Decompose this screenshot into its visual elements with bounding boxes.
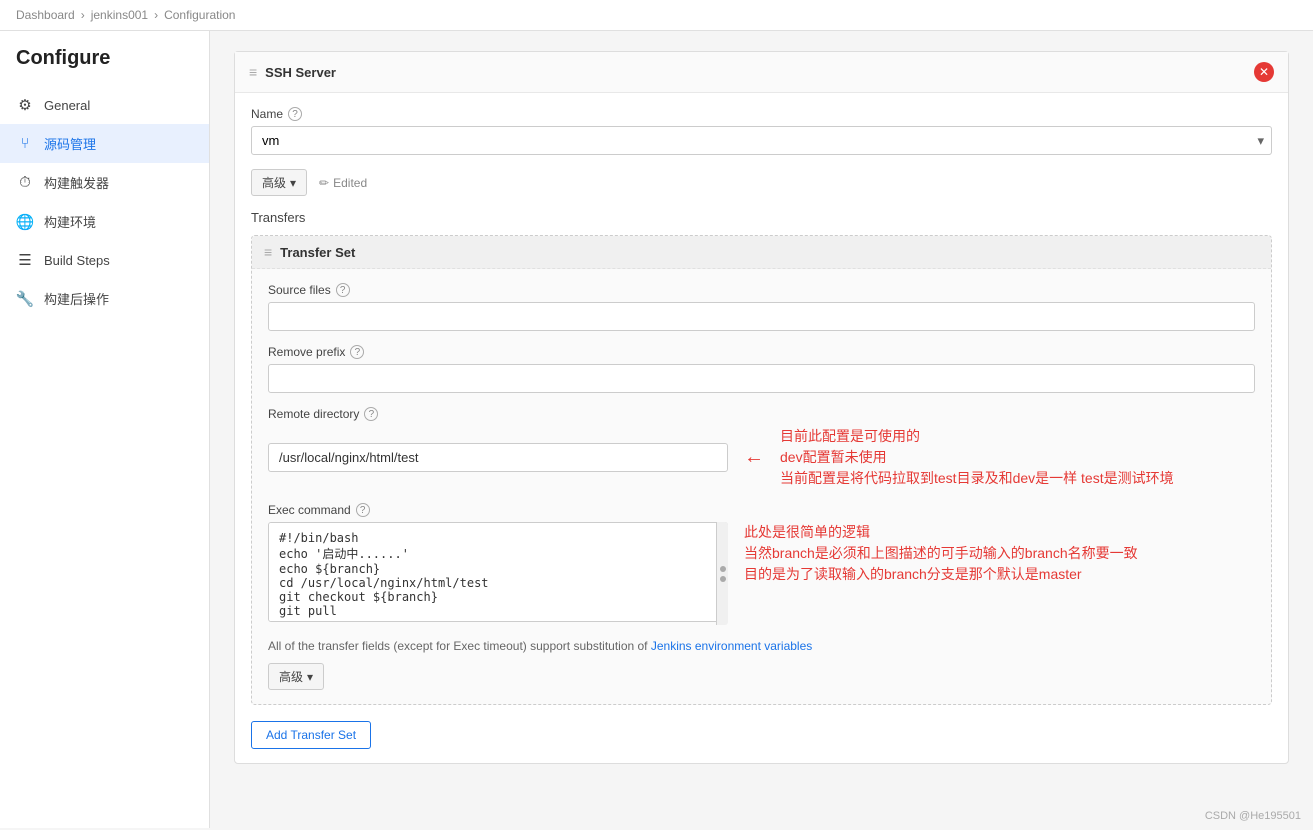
- breadcrumb-sep2: ›: [154, 8, 158, 22]
- add-transfer-set-button[interactable]: Add Transfer Set: [251, 721, 371, 749]
- remote-dir-help-icon[interactable]: ?: [364, 407, 378, 421]
- watermark: CSDN @He195501: [1205, 810, 1301, 822]
- breadcrumb-sep1: ›: [81, 8, 85, 22]
- ssh-server-body: Name ? vm ▾ 高级 ▾ ✏ Edi: [235, 93, 1288, 763]
- sidebar-item-triggers[interactable]: ⏱ 构建触发器: [0, 163, 209, 202]
- name-label: Name ?: [251, 107, 1272, 121]
- sidebar-item-general[interactable]: ⚙ General: [0, 86, 209, 124]
- source-files-label: Source files ?: [268, 283, 1255, 297]
- source-files-group: Source files ?: [268, 283, 1255, 331]
- pencil-icon: ✏: [319, 176, 329, 190]
- remote-dir-annotation: 目前此配置是可使用的 dev配置暂未使用 当前配置是将代码拉取到test目录及和…: [780, 426, 1174, 489]
- remote-dir-input[interactable]: [268, 443, 728, 472]
- breadcrumb-dashboard[interactable]: Dashboard: [16, 8, 75, 22]
- transfers-label: Transfers: [251, 210, 1272, 225]
- clock-icon: ⏱: [16, 174, 34, 192]
- gear-icon: ⚙: [16, 96, 34, 114]
- source-files-help-icon[interactable]: ?: [336, 283, 350, 297]
- red-arrow-icon: ←: [744, 446, 764, 469]
- exec-command-label: Exec command ?: [268, 503, 1255, 517]
- wrench-icon: 🔧: [16, 290, 34, 308]
- edited-tag: ✏ Edited: [319, 176, 367, 190]
- name-help-icon[interactable]: ?: [288, 107, 302, 121]
- sidebar-item-build-steps[interactable]: ☰ Build Steps: [0, 241, 209, 279]
- sidebar-item-post-build[interactable]: 🔧 构建后操作: [0, 279, 209, 318]
- jenkins-env-vars-link[interactable]: Jenkins environment variables: [651, 639, 812, 653]
- sidebar-label-triggers: 构建触发器: [44, 173, 109, 192]
- transfer-set-body: Source files ? Remove prefix ?: [252, 269, 1271, 704]
- advanced-label: 高级: [262, 174, 286, 191]
- ssh-server-card: ≡ SSH Server ✕ Name ? vm ▾: [234, 51, 1289, 764]
- sidebar-item-source[interactable]: ⑂ 源码管理: [0, 124, 209, 163]
- breadcrumb-configuration: Configuration: [164, 8, 235, 22]
- transfer-set-header: ≡ Transfer Set: [252, 236, 1271, 269]
- branch-icon: ⑂: [16, 135, 34, 153]
- add-transfer-set-area: Add Transfer Set: [251, 721, 1272, 749]
- sidebar-title: Configure: [0, 47, 209, 86]
- remove-prefix-group: Remove prefix ?: [268, 345, 1255, 393]
- main-content: ≡ SSH Server ✕ Name ? vm ▾: [210, 31, 1313, 828]
- sidebar-label-source: 源码管理: [44, 134, 96, 153]
- list-icon: ☰: [16, 251, 34, 269]
- transfer-set-title: Transfer Set: [280, 245, 355, 260]
- ssh-server-header: ≡ SSH Server ✕: [235, 52, 1288, 93]
- sidebar-label-post-build: 构建后操作: [44, 289, 109, 308]
- breadcrumb-jenkins001[interactable]: jenkins001: [91, 8, 148, 22]
- actions-row: 高级 ▾ ✏ Edited: [251, 169, 1272, 196]
- source-files-input[interactable]: [268, 302, 1255, 331]
- exec-command-group: Exec command ?: [268, 503, 1255, 625]
- transfer-note: All of the transfer fields (except for E…: [268, 639, 1255, 653]
- transfer-set: ≡ Transfer Set Source files ?: [251, 235, 1272, 705]
- sidebar: Configure ⚙ General ⑂ 源码管理 ⏱ 构建触发器 🌐 构建环…: [0, 31, 210, 828]
- breadcrumb: Dashboard › jenkins001 › Configuration: [0, 0, 1313, 31]
- remove-prefix-label: Remove prefix ?: [268, 345, 1255, 359]
- exec-annotation: 此处是很简单的逻辑 当然branch是必须和上图描述的可手动输入的branch名…: [744, 522, 1138, 585]
- remote-dir-group: Remote directory ? ← 目前此配置是可使用的 dev配置暂未使…: [268, 407, 1255, 489]
- remote-dir-label: Remote directory ?: [268, 407, 1255, 421]
- name-field-group: Name ? vm ▾: [251, 107, 1272, 155]
- edited-label: Edited: [333, 176, 367, 190]
- ssh-server-title: SSH Server: [265, 65, 336, 80]
- advanced-chevron-icon: ▾: [290, 176, 296, 190]
- remove-prefix-input[interactable]: [268, 364, 1255, 393]
- exec-command-help-icon[interactable]: ?: [356, 503, 370, 517]
- ssh-server-title-row: ≡ SSH Server: [249, 64, 336, 80]
- close-button[interactable]: ✕: [1254, 62, 1274, 82]
- advanced-button[interactable]: 高级 ▾: [251, 169, 307, 196]
- exec-command-textarea[interactable]: [268, 522, 728, 622]
- advanced-button-2[interactable]: 高级 ▾: [268, 663, 324, 690]
- sidebar-label-environment: 构建环境: [44, 212, 96, 231]
- advanced2-label: 高级: [279, 668, 303, 685]
- sidebar-label-build-steps: Build Steps: [44, 253, 110, 268]
- name-select-wrap: vm ▾: [251, 126, 1272, 155]
- name-select[interactable]: vm: [251, 126, 1272, 155]
- sidebar-label-general: General: [44, 98, 90, 113]
- sidebar-item-environment[interactable]: 🌐 构建环境: [0, 202, 209, 241]
- advanced2-chevron-icon: ▾: [307, 670, 313, 684]
- remove-prefix-help-icon[interactable]: ?: [350, 345, 364, 359]
- transfer-drag-icon: ≡: [264, 244, 272, 260]
- drag-icon: ≡: [249, 64, 257, 80]
- globe-icon: 🌐: [16, 213, 34, 231]
